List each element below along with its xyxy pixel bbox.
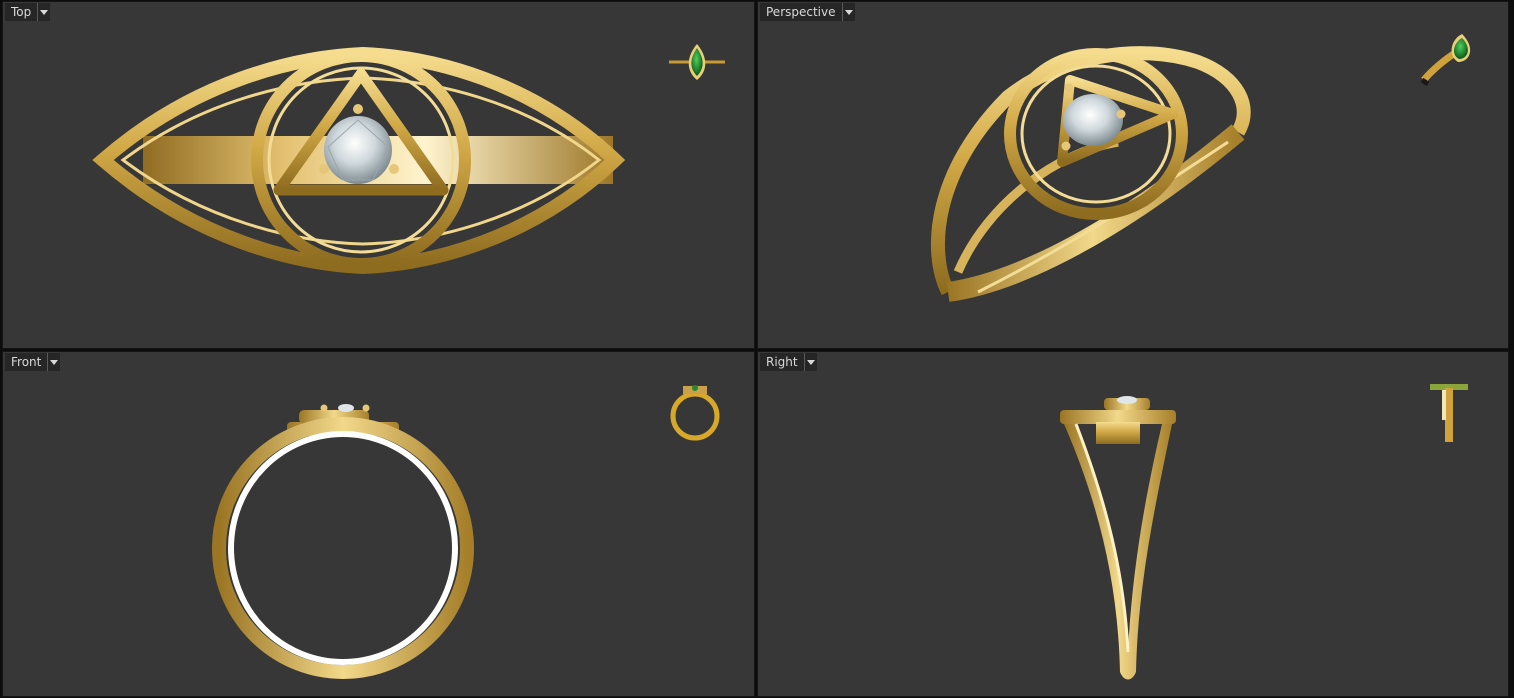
- viewport-right[interactable]: Right: [757, 351, 1509, 697]
- ring-side-icon: [1430, 384, 1468, 442]
- viewport-perspective[interactable]: Perspective: [757, 1, 1509, 349]
- ring-front-view: [212, 404, 474, 679]
- viewport-front[interactable]: Front: [2, 351, 755, 697]
- pear-emerald-ring-icon: [1420, 34, 1471, 86]
- ring-top-view: [92, 46, 626, 275]
- ring-right-view: [1060, 396, 1176, 680]
- pear-emerald-ring-icon: [669, 44, 725, 80]
- ring-front-icon: [670, 385, 720, 441]
- viewport-top[interactable]: Top: [2, 1, 755, 349]
- ring-perspective-view: [930, 46, 1251, 302]
